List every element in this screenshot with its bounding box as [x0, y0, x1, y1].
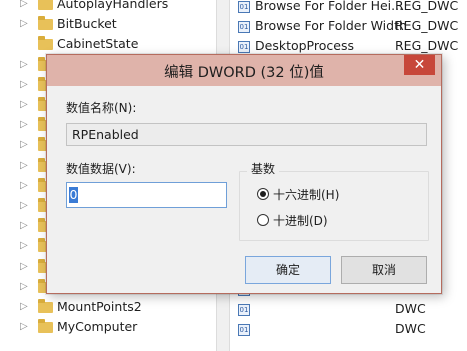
value-name: DesktopProcess: [255, 38, 354, 54]
binary-value-icon: 01: [238, 324, 250, 337]
chevron-right-icon[interactable]: ▷: [20, 200, 30, 212]
radio-hex-label[interactable]: 十六进制(H): [273, 186, 339, 203]
folder-icon: [38, 36, 53, 51]
folder-icon: [38, 16, 53, 31]
value-row[interactable]: 01 Browse For Folder Hei... REG_DWC: [230, 0, 467, 17]
binary-value-icon: 01: [238, 41, 250, 54]
chevron-right-icon[interactable]: ▷: [20, 240, 30, 252]
radio-decimal-button[interactable]: [257, 214, 269, 226]
base-groupbox: [239, 171, 429, 241]
radio-hex-button[interactable]: [257, 188, 269, 200]
tree-item-label: MyComputer: [57, 319, 138, 335]
edit-dword-dialog: 编辑 DWORD (32 位)值 ✕ 数值名称(N): RPEnabled 数值…: [46, 54, 442, 294]
tree-item-label: BitBucket: [57, 16, 117, 32]
chevron-right-icon[interactable]: ▷: [20, 261, 30, 273]
chevron-right-icon[interactable]: ▷: [20, 281, 30, 293]
value-name: Browse For Folder Width: [255, 18, 407, 34]
value-row[interactable]: 01 DWC: [230, 320, 467, 340]
chevron-right-icon[interactable]: ▷: [20, 0, 30, 10]
value-type: DWC: [395, 301, 426, 316]
value-row[interactable]: 01 DWC: [230, 300, 467, 320]
close-icon: ✕: [413, 57, 426, 73]
binary-value-icon: 01: [238, 21, 250, 34]
value-type: REG_DWC: [395, 18, 459, 34]
value-row[interactable]: 01 Browse For Folder Width REG_DWC: [230, 17, 467, 37]
tree-item-label: MountPoints2: [57, 299, 142, 314]
tree-item[interactable]: CabinetState: [0, 34, 216, 54]
folder-icon: [38, 299, 53, 313]
binary-value-icon: 01: [238, 1, 250, 13]
value-name-field: RPEnabled: [66, 123, 427, 146]
base-label: 基数: [247, 160, 280, 177]
dialog-title: 编辑 DWORD (32 位)值: [164, 65, 324, 81]
tree-item[interactable]: ▷ AutoplayHandlers: [0, 0, 216, 14]
folder-icon: [38, 0, 53, 10]
chevron-right-icon[interactable]: ▷: [20, 220, 30, 232]
chevron-right-icon[interactable]: ▷: [20, 79, 30, 91]
chevron-right-icon[interactable]: ▷: [20, 180, 30, 192]
radio-decimal-label[interactable]: 十进制(D): [273, 212, 328, 229]
value-type: REG_DWC: [395, 0, 459, 13]
chevron-right-icon[interactable]: ▷: [20, 99, 30, 111]
tree-item[interactable]: ▷ MyComputer: [0, 317, 216, 337]
value-type: REG_DWC: [395, 38, 459, 54]
chevron-right-icon[interactable]: ▷: [20, 160, 30, 172]
value-data-label: 数值数据(V):: [66, 162, 136, 176]
value-data-input[interactable]: [66, 182, 227, 208]
close-button[interactable]: ✕: [404, 55, 435, 75]
cancel-button[interactable]: 取消: [341, 256, 427, 284]
chevron-right-icon[interactable]: ▷: [20, 59, 30, 71]
chevron-right-icon[interactable]: ▷: [20, 321, 30, 333]
tree-item[interactable]: ▷ BitBucket: [0, 14, 216, 34]
value-type: DWC: [395, 321, 426, 337]
chevron-right-icon[interactable]: ▷: [20, 139, 30, 151]
binary-value-icon: 01: [238, 304, 250, 316]
chevron-right-icon[interactable]: ▷: [20, 18, 30, 30]
dialog-titlebar[interactable]: 编辑 DWORD (32 位)值 ✕: [47, 55, 441, 86]
value-data-selection: 0: [69, 187, 78, 203]
value-name: Browse For Folder Hei...: [255, 0, 404, 13]
chevron-right-icon[interactable]: ▷: [20, 119, 30, 131]
ok-button[interactable]: 确定: [245, 256, 331, 284]
tree-item[interactable]: ▷ MountPoints2: [0, 297, 216, 317]
tree-item-label: AutoplayHandlers: [57, 0, 169, 11]
tree-item-label: CabinetState: [57, 36, 139, 52]
chevron-right-icon[interactable]: ▷: [20, 301, 30, 313]
folder-icon: [38, 319, 53, 334]
value-name-label: 数值名称(N):: [66, 101, 137, 115]
